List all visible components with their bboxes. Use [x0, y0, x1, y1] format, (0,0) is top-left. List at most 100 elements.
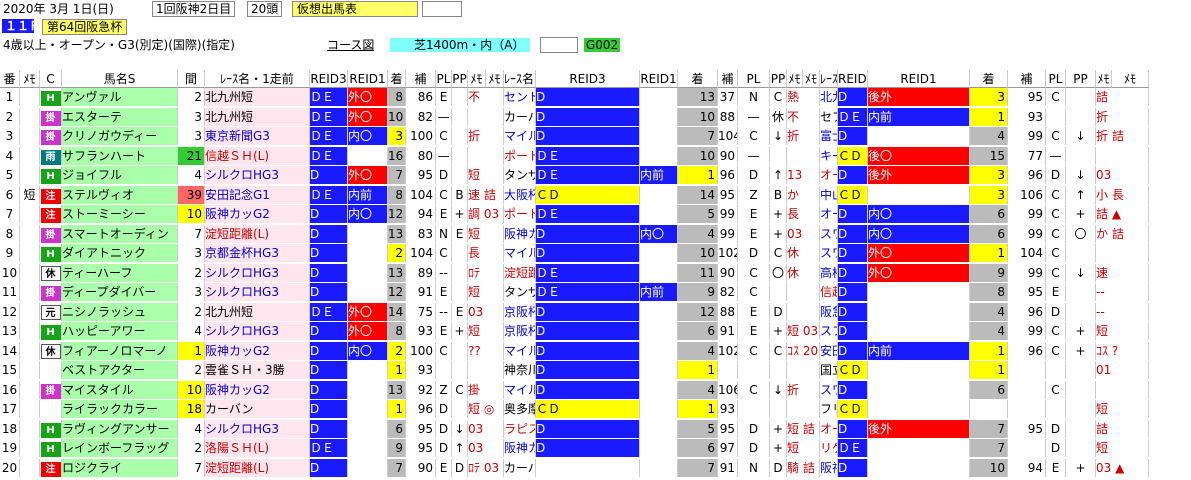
- horse-name[interactable]: ステルヴィオ: [62, 185, 178, 204]
- horse-name[interactable]: ティーハーフ: [62, 263, 178, 282]
- prev-race-name[interactable]: 東京新聞G3: [205, 127, 310, 145]
- prev-race-name[interactable]: シルクロHG3: [205, 263, 310, 282]
- prev-race-name[interactable]: シルクロHG3: [205, 322, 310, 340]
- prev-race-name[interactable]: オーロH(L): [820, 419, 838, 438]
- column-header[interactable]: ﾚｰｽ名・3走前: [820, 70, 838, 88]
- column-header[interactable]: ﾚｰｽ名・1走前: [205, 70, 310, 88]
- column-header[interactable]: 補: [1008, 70, 1046, 88]
- prev-race-name[interactable]: マイルチG1: [504, 380, 536, 399]
- prev-race-name[interactable]: 淀短距離(L): [504, 263, 536, 282]
- memo-cell[interactable]: [20, 341, 40, 360]
- column-header[interactable]: 補: [718, 70, 738, 88]
- horse-name[interactable]: ライラックカラー: [62, 400, 178, 418]
- column-header[interactable]: C: [40, 70, 62, 88]
- prev-race-name[interactable]: 京都金杯HG3: [205, 244, 310, 262]
- table-row[interactable]: 15ベストアクター2雲雀ＳＨ・3勝D193神奈川新・2勝D1国立特別・2勝ＣＤ1…: [0, 361, 1191, 379]
- table-row[interactable]: 10休ティーハーフ2シルクロHG3D1389--ﾛﾃ淀短距離(L)ＤＥ1190C…: [0, 263, 1191, 282]
- prev-race-name[interactable]: セプテH・3勝: [820, 107, 838, 126]
- horse-name[interactable]: レインボーフラッグ: [62, 439, 178, 457]
- table-row[interactable]: 9Hダイアトニック3京都金杯HG3D2104C長マイルチG1D10102DC休ス…: [0, 244, 1191, 262]
- table-row[interactable]: 6短注ステルヴィオ39安田記念G1ＤＥ内前8104CB速 詰大阪杯G1ＣＤ149…: [0, 185, 1191, 204]
- column-header[interactable]: PP: [452, 70, 468, 88]
- prev-race-name[interactable]: 大阪杯G1: [504, 185, 536, 204]
- horse-name[interactable]: クリノガウディー: [62, 127, 178, 145]
- memo-cell[interactable]: [20, 322, 40, 340]
- table-row[interactable]: 2掛エスターテ3北九州短ＤＥ外〇1082—カーバンD1088—休不セプテH・3勝…: [0, 107, 1191, 126]
- memo-cell[interactable]: [20, 458, 40, 477]
- horse-name[interactable]: アンヴァル: [62, 88, 178, 106]
- prev-race-name[interactable]: カーバン: [504, 458, 536, 477]
- column-header[interactable]: ﾒﾓ: [787, 70, 803, 88]
- column-header[interactable]: 補: [406, 70, 436, 88]
- prev-race-name[interactable]: 阪神カッG2: [820, 458, 838, 477]
- prev-race-name[interactable]: スプリンG1: [820, 322, 838, 340]
- mode-input[interactable]: [422, 1, 462, 17]
- memo-cell[interactable]: [20, 88, 40, 106]
- memo-cell[interactable]: [20, 419, 40, 438]
- table-row[interactable]: 17ライラックカラー18カーバンD196D短 ◎奥多摩Ｓ・3勝ＣＤ193フリーウ…: [0, 400, 1191, 418]
- memo-cell[interactable]: [20, 439, 40, 457]
- prev-race-name[interactable]: 淀短距離(L): [205, 458, 310, 477]
- mode-label[interactable]: 仮想出馬表: [292, 1, 418, 17]
- table-row[interactable]: 1Hアンヴァル2北九州短ＤＥ外〇886E不セントウG2D1337NC熱北九州記H…: [0, 88, 1191, 106]
- prev-race-name[interactable]: スワンＳG2: [820, 244, 838, 262]
- horse-name[interactable]: スマートオーディン: [62, 224, 178, 243]
- horse-name[interactable]: フィアーノロマーノ: [62, 341, 178, 360]
- prev-race-name[interactable]: 京阪杯G3: [504, 322, 536, 340]
- column-header[interactable]: 番: [0, 70, 20, 88]
- prev-race-name[interactable]: カーバン: [205, 400, 310, 418]
- prev-race-name[interactable]: 安田記念G1: [205, 185, 310, 204]
- prev-race-name[interactable]: 北九州短: [205, 302, 310, 321]
- table-row[interactable]: 18Hラヴィングアンサー4シルクロHG3D695D↓03ラピスラ(L)D595D…: [0, 419, 1191, 438]
- prev-race-name[interactable]: 信越ＳＨ(L): [205, 146, 310, 165]
- column-header[interactable]: PL: [738, 70, 770, 88]
- prev-race-name[interactable]: マイルチG1: [504, 244, 536, 262]
- table-row[interactable]: 4雨サフランハート21信越ＳＨ(L)ＤＥ1680—ポートア(L)ＤＥ1090—キ…: [0, 146, 1191, 165]
- table-row[interactable]: 11掛ディープダイバー3シルクロHG3D1291E短タンザナHＤＥ内前982C信…: [0, 283, 1191, 301]
- prev-race-name[interactable]: シルクロHG3: [205, 419, 310, 438]
- prev-race-name[interactable]: セントウG2: [504, 88, 536, 106]
- memo-cell[interactable]: [20, 263, 40, 282]
- prev-race-name[interactable]: カーバン: [504, 107, 536, 126]
- prev-race-name[interactable]: ポートア(L): [504, 205, 536, 223]
- column-header[interactable]: ﾒﾓ: [803, 70, 820, 88]
- prev-race-name[interactable]: 阪神カッG2: [504, 439, 536, 457]
- column-header[interactable]: 着: [678, 70, 718, 88]
- horse-name[interactable]: ハッピーアワー: [62, 322, 178, 340]
- horse-name[interactable]: ジョイフル: [62, 166, 178, 184]
- prev-race-name[interactable]: オーロH(L): [820, 166, 838, 184]
- prev-race-name[interactable]: 北九州記HG3: [820, 88, 838, 106]
- column-header[interactable]: PP: [770, 70, 787, 88]
- memo-cell[interactable]: [20, 224, 40, 243]
- memo-cell[interactable]: [20, 244, 40, 262]
- prev-race-name[interactable]: 奥多摩Ｓ・3勝: [504, 400, 536, 418]
- horse-name[interactable]: ニシノラッシュ: [62, 302, 178, 321]
- prev-race-name[interactable]: マイルチG1: [504, 127, 536, 145]
- memo-cell[interactable]: [20, 400, 40, 418]
- column-header[interactable]: ﾒﾓ: [1112, 70, 1149, 88]
- table-row[interactable]: 3掛クリノガウディー3東京新聞G3ＤＥ内〇3100C折マイルチG1D7104C↓…: [0, 127, 1191, 145]
- prev-race-name[interactable]: ポートア(L): [504, 146, 536, 165]
- prev-race-name[interactable]: 阪神カッG2: [205, 341, 310, 360]
- memo-cell[interactable]: [20, 283, 40, 301]
- memo-cell[interactable]: [20, 361, 40, 379]
- prev-race-name[interactable]: 信越ＳＨ(L): [820, 283, 838, 301]
- prev-race-name[interactable]: 高松宮記G1: [820, 263, 838, 282]
- horse-name[interactable]: エスターテ: [62, 107, 178, 126]
- column-header[interactable]: ﾒﾓ: [486, 70, 504, 88]
- prev-race-name[interactable]: リゲルＳ(L): [820, 439, 838, 457]
- memo-cell[interactable]: [20, 146, 40, 165]
- table-row[interactable]: 7注ストーミーシー10阪神カッG2D内〇1294E+調 03ポートア(L)ＤＥ5…: [0, 205, 1191, 223]
- prev-race-name[interactable]: タンザナH: [504, 166, 536, 184]
- column-header[interactable]: REID1: [348, 70, 388, 88]
- memo-cell[interactable]: [20, 380, 40, 399]
- column-header[interactable]: REID3: [310, 70, 348, 88]
- course-input[interactable]: [540, 37, 578, 53]
- column-header[interactable]: 着: [970, 70, 1008, 88]
- column-header[interactable]: ﾚｰｽ名・2走前: [504, 70, 536, 88]
- memo-cell[interactable]: 短: [20, 185, 40, 204]
- prev-race-name[interactable]: 中山記念G2: [820, 185, 838, 204]
- table-row[interactable]: 20注ロジクライ7淀短距離(L)D790EDﾛﾃ 03カーバン791ND騎 詰阪…: [0, 458, 1191, 477]
- table-row[interactable]: 12元ニシノラッシュ2北九州短ＤＥ外〇1475--E03京阪杯G3D1288ED…: [0, 302, 1191, 321]
- prev-race-name[interactable]: 阪急杯G3: [820, 302, 838, 321]
